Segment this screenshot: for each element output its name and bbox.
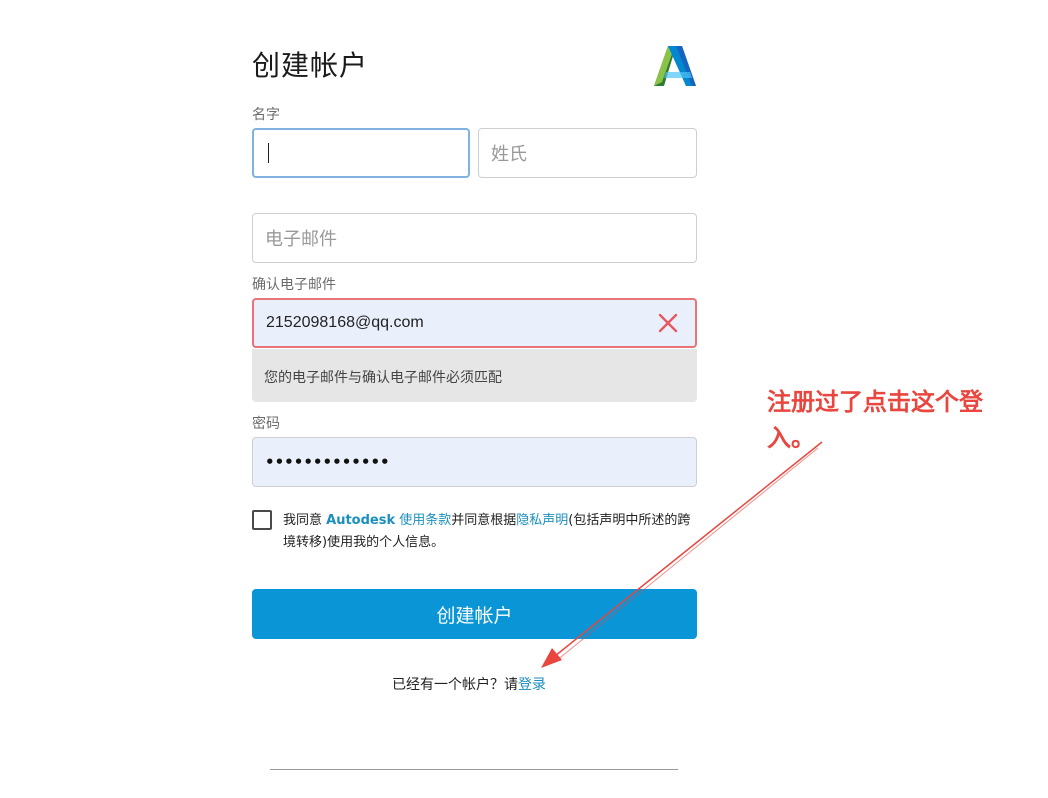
first-name-input[interactable] — [252, 128, 470, 178]
confirm-email-input[interactable]: 2152098168@qq.com — [252, 298, 697, 348]
autodesk-logo — [654, 46, 696, 86]
confirm-email-value: 2152098168@qq.com — [266, 314, 424, 331]
terms-of-use-link[interactable]: 使用条款 — [399, 513, 451, 528]
first-name-label: 名字 — [252, 107, 280, 123]
password-label: 密码 — [252, 416, 280, 432]
password-value: ••••••••••••• — [265, 453, 390, 471]
close-icon[interactable] — [657, 312, 679, 334]
confirm-email-label: 确认电子邮件 — [252, 277, 336, 293]
email-input[interactable]: 电子邮件 — [252, 213, 697, 263]
autodesk-brand-link[interactable]: Autodesk — [326, 513, 395, 528]
create-account-page: 创建帐户 名字 姓氏 电子邮件 确认电子邮件 2152098168@qq.com… — [0, 0, 1048, 798]
signin-prompt-text: 已经有一个帐户？请 — [392, 677, 518, 693]
create-account-button[interactable]: 创建帐户 — [252, 589, 697, 639]
annotation-note: 注册过了点击这个登入。 — [767, 388, 983, 452]
signin-link[interactable]: 登录 — [518, 677, 546, 693]
agreement-prefix: 我同意 — [283, 513, 327, 528]
signin-prompt: 已经有一个帐户？请登录 — [392, 674, 546, 694]
last-name-placeholder: 姓氏 — [491, 144, 527, 165]
email-placeholder: 电子邮件 — [265, 229, 337, 250]
text-caret — [268, 143, 269, 163]
agreement-text: 我同意 Autodesk 使用条款并同意根据隐私声明(包括声明中所述的跨境转移)… — [283, 510, 703, 554]
agree-checkbox[interactable] — [252, 510, 272, 530]
email-mismatch-error: 您的电子邮件与确认电子邮件必须匹配 — [252, 349, 697, 402]
agreement-middle: 并同意根据 — [451, 513, 517, 528]
password-input[interactable]: ••••••••••••• — [252, 437, 697, 487]
page-title: 创建帐户 — [252, 49, 369, 82]
last-name-input[interactable]: 姓氏 — [478, 128, 697, 178]
divider — [270, 769, 678, 770]
privacy-statement-link[interactable]: 隐私声明 — [516, 513, 568, 528]
